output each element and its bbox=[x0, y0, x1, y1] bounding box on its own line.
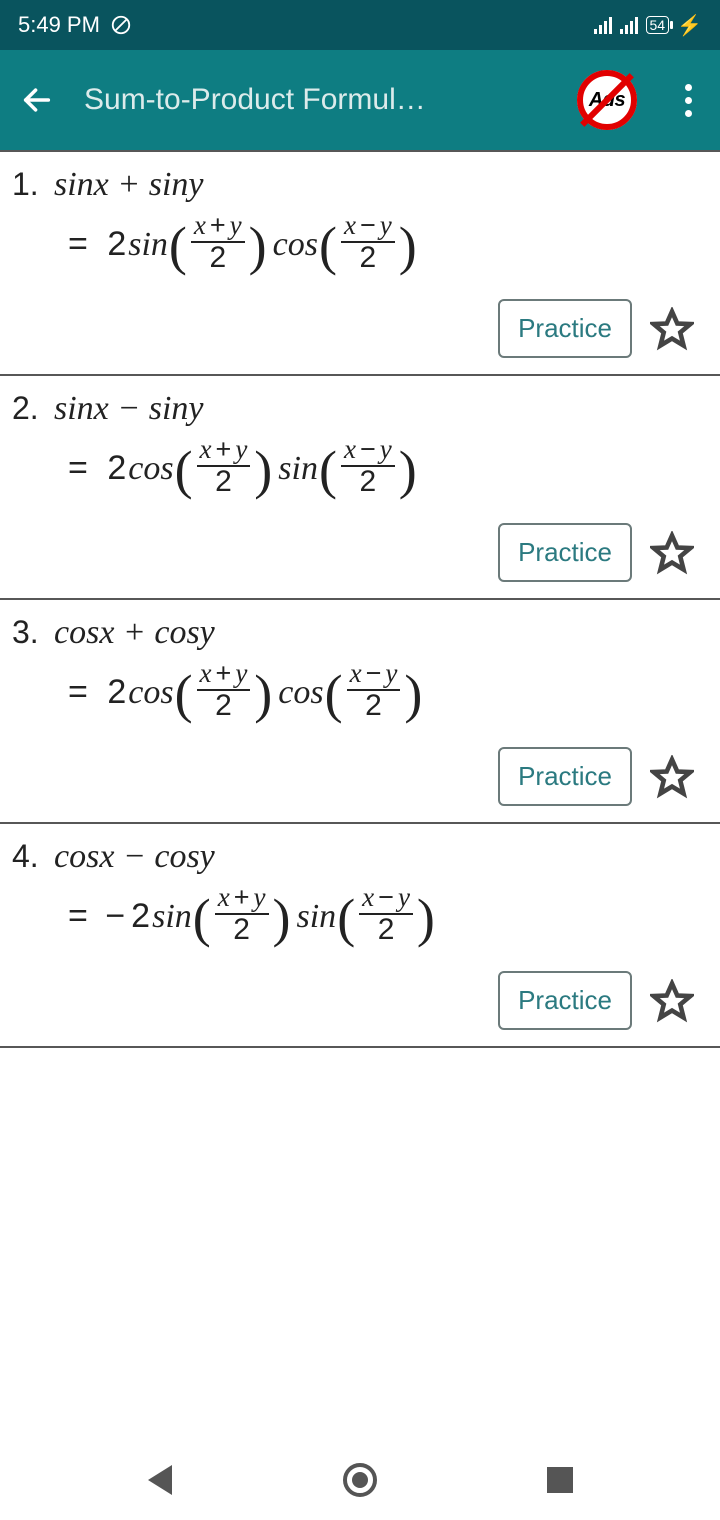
formula-lhs: sinx + siny bbox=[54, 166, 203, 204]
formula-number: 3. bbox=[12, 614, 44, 651]
favorite-button[interactable] bbox=[650, 755, 694, 799]
formula-lhs: cosx − cosy bbox=[54, 838, 215, 876]
nav-recent-button[interactable] bbox=[540, 1460, 580, 1500]
app-bar: Sum-to-Product Formul… Ads bbox=[0, 50, 720, 150]
charging-icon: ⚡ bbox=[677, 13, 702, 38]
formula-rhs: = 2cos(x+y2)sin(x−y2) bbox=[12, 428, 700, 509]
signal-icon bbox=[594, 16, 612, 34]
formula-lhs: cosx + cosy bbox=[54, 614, 215, 652]
page-title: Sum-to-Product Formul… bbox=[84, 83, 547, 117]
status-bar: 5:49 PM 54 ⚡ bbox=[0, 0, 720, 50]
formula-card: 2. sinx − siny= 2cos(x+y2)sin(x−y2) Practi… bbox=[0, 376, 720, 600]
favorite-button[interactable] bbox=[650, 531, 694, 575]
formula-lhs: sinx − siny bbox=[54, 390, 203, 428]
formula-card: 3. cosx + cosy= 2cos(x+y2)cos(x−y2) Practi… bbox=[0, 600, 720, 824]
no-ads-button[interactable]: Ads bbox=[577, 70, 637, 130]
formula-card: 1. sinx + siny= 2sin(x+y2)cos(x−y2) Practi… bbox=[0, 152, 720, 376]
favorite-button[interactable] bbox=[650, 307, 694, 351]
clock-text: 5:49 PM bbox=[18, 12, 100, 38]
formula-rhs: = 2cos(x+y2)cos(x−y2) bbox=[12, 652, 700, 733]
practice-button[interactable]: Practice bbox=[498, 523, 632, 582]
back-button[interactable] bbox=[20, 83, 54, 117]
formula-number: 1. bbox=[12, 166, 44, 203]
overflow-menu-button[interactable] bbox=[667, 84, 700, 117]
practice-button[interactable]: Practice bbox=[498, 747, 632, 806]
formula-number: 4. bbox=[12, 838, 44, 875]
do-not-disturb-icon bbox=[110, 14, 132, 36]
formula-number: 2. bbox=[12, 390, 44, 427]
nav-back-button[interactable] bbox=[140, 1460, 180, 1500]
system-nav-bar bbox=[0, 1440, 720, 1520]
formula-card: 4. cosx − cosy= −2sin(x+y2)sin(x−y2) Pract… bbox=[0, 824, 720, 1048]
signal-icon bbox=[620, 16, 638, 34]
formula-rhs: = 2sin(x+y2)cos(x−y2) bbox=[12, 204, 700, 285]
nav-home-button[interactable] bbox=[340, 1460, 380, 1500]
practice-button[interactable]: Practice bbox=[498, 971, 632, 1030]
favorite-button[interactable] bbox=[650, 979, 694, 1023]
practice-button[interactable]: Practice bbox=[498, 299, 632, 358]
battery-icon: 54 bbox=[646, 16, 670, 34]
formula-rhs: = −2sin(x+y2)sin(x−y2) bbox=[12, 876, 700, 957]
formula-list: 1. sinx + siny= 2sin(x+y2)cos(x−y2) Practi… bbox=[0, 150, 720, 1048]
